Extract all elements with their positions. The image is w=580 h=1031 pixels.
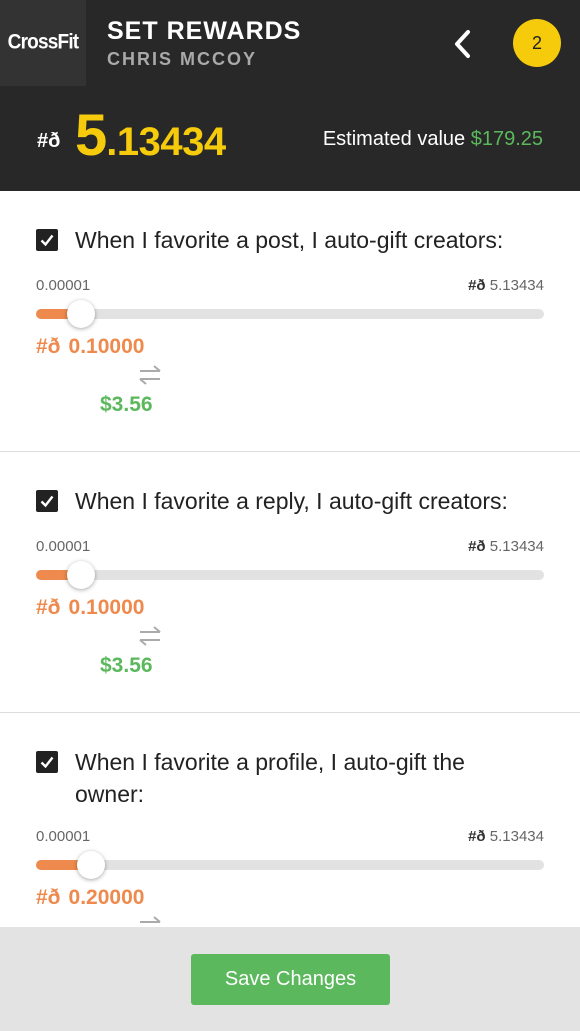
logo-text: CrossFit bbox=[7, 30, 79, 54]
page-title: SET REWARDS bbox=[107, 17, 302, 45]
checkbox-checked-icon bbox=[40, 756, 54, 769]
reward-amount: #ð 0.10000 bbox=[36, 596, 144, 620]
swap-arrows-icon bbox=[139, 365, 161, 385]
reward-post-label: When I favorite a post, I auto-gift crea… bbox=[75, 227, 504, 253]
slider-min-label: 0.00001 bbox=[36, 538, 91, 555]
user-name: CHRIS MCCOY bbox=[107, 49, 258, 69]
save-changes-button[interactable]: Save Changes bbox=[191, 954, 390, 1005]
reward-post-checkbox[interactable] bbox=[36, 229, 58, 251]
estimated-label: Estimated value bbox=[322, 128, 471, 150]
amount-token-symbol: #ð bbox=[36, 886, 61, 909]
balance-amount: 5.13434 bbox=[75, 102, 226, 169]
reward-reply-section: When I favorite a reply, I auto-gift cre… bbox=[0, 452, 580, 713]
reward-profile-slider[interactable] bbox=[36, 851, 544, 879]
header: CrossFit SET REWARDS CHRIS MCCOY 2 #ð 5.… bbox=[0, 0, 580, 191]
reward-reply-label: When I favorite a reply, I auto-gift cre… bbox=[75, 488, 508, 514]
reward-amount: #ð 0.20000 bbox=[36, 886, 144, 910]
slider-max-label: #ð 5.13434 bbox=[468, 828, 544, 845]
reward-post-section: When I favorite a post, I auto-gift crea… bbox=[0, 191, 580, 452]
max-token-symbol: #ð bbox=[468, 538, 486, 555]
token-symbol: #ð bbox=[37, 130, 61, 152]
footer: Save Changes bbox=[0, 927, 580, 1031]
reward-reply-checkbox[interactable] bbox=[36, 490, 58, 512]
reward-post-slider[interactable] bbox=[36, 300, 544, 328]
slider-max-label: #ð 5.13434 bbox=[468, 277, 544, 294]
balance-whole: 5 bbox=[75, 103, 107, 168]
estimated-value: Estimated value $179.25 bbox=[323, 128, 543, 151]
app: CrossFit SET REWARDS CHRIS MCCOY 2 #ð 5.… bbox=[0, 0, 580, 1031]
notification-badge[interactable]: 2 bbox=[513, 19, 561, 67]
max-value: 5.13434 bbox=[489, 277, 544, 294]
slider-max-label: #ð 5.13434 bbox=[468, 538, 544, 555]
reward-reply-slider[interactable] bbox=[36, 561, 544, 589]
checkbox-checked-icon bbox=[40, 495, 54, 508]
swap-arrows-icon bbox=[139, 626, 161, 646]
slider-min-label: 0.00001 bbox=[36, 277, 91, 294]
reward-profile-label: When I favorite a profile, I auto-gift t… bbox=[75, 749, 465, 807]
reward-usd-value: $3.56 bbox=[100, 654, 153, 677]
reward-amount: #ð 0.10000 bbox=[36, 335, 144, 359]
back-button[interactable] bbox=[447, 27, 479, 61]
reward-usd-value: $3.56 bbox=[100, 393, 153, 416]
chevron-left-icon bbox=[455, 30, 470, 58]
reward-profile-checkbox[interactable] bbox=[36, 751, 58, 773]
amount-value: 0.20000 bbox=[68, 886, 145, 909]
amount-token-symbol: #ð bbox=[36, 596, 61, 619]
balance-fraction: .13434 bbox=[106, 120, 226, 164]
slider-thumb[interactable] bbox=[66, 561, 95, 589]
estimated-amount: $179.25 bbox=[470, 128, 543, 150]
slider-thumb[interactable] bbox=[76, 851, 105, 879]
slider-min-label: 0.00001 bbox=[36, 828, 91, 845]
checkbox-checked-icon bbox=[40, 234, 54, 247]
amount-value: 0.10000 bbox=[68, 596, 145, 619]
max-value: 5.13434 bbox=[489, 538, 544, 555]
balance: #ð 5.13434 Estimated value $179.25 bbox=[37, 100, 557, 170]
logo: CrossFit bbox=[0, 0, 86, 86]
slider-thumb[interactable] bbox=[66, 300, 95, 328]
max-token-symbol: #ð bbox=[468, 277, 486, 294]
max-token-symbol: #ð bbox=[468, 828, 486, 845]
amount-value: 0.10000 bbox=[68, 335, 145, 358]
amount-token-symbol: #ð bbox=[36, 335, 61, 358]
max-value: 5.13434 bbox=[489, 828, 544, 845]
